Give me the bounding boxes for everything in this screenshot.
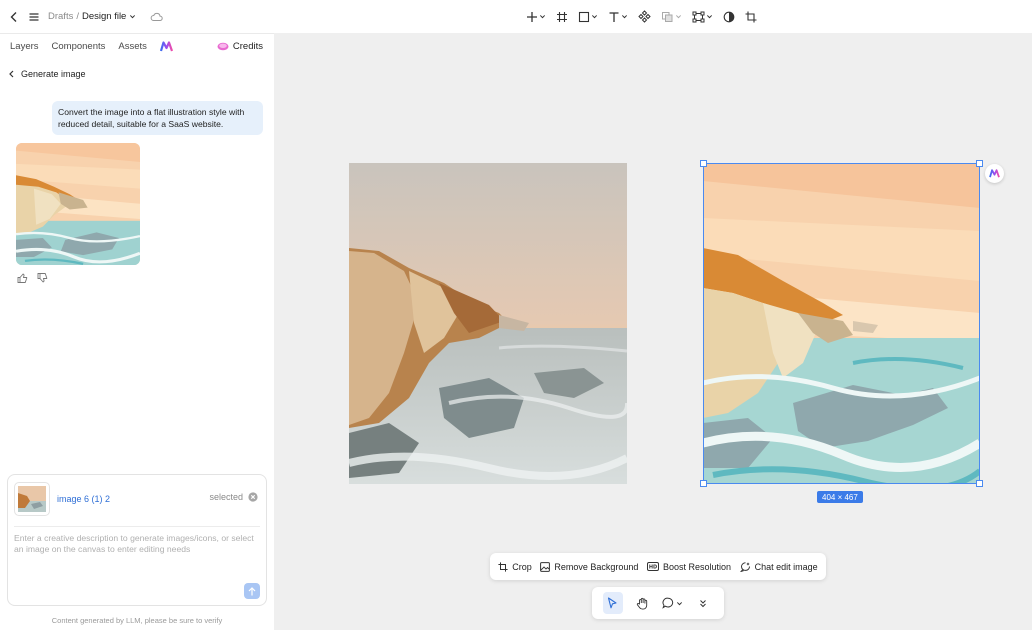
feedback-row bbox=[17, 273, 48, 283]
cursor-icon bbox=[607, 597, 618, 609]
boolean-icon bbox=[661, 11, 674, 23]
contrast-icon bbox=[723, 11, 735, 23]
crop-icon bbox=[498, 561, 508, 572]
breadcrumb-parent[interactable]: Drafts bbox=[48, 11, 73, 22]
rectangle-icon bbox=[578, 11, 590, 23]
boost-resolution-label: Boost Resolution bbox=[663, 561, 732, 572]
back-arrow-icon[interactable] bbox=[8, 11, 20, 23]
vector-path-icon bbox=[692, 11, 705, 23]
breadcrumb: Drafts / Design file bbox=[48, 11, 136, 22]
chevron-down-icon bbox=[591, 13, 598, 20]
chat-edit-image-button[interactable]: Chat edit image bbox=[739, 561, 818, 572]
remove-background-label: Remove Background bbox=[554, 561, 639, 572]
chevron-left-icon bbox=[8, 70, 15, 78]
resize-handle-top-right[interactable] bbox=[976, 160, 983, 167]
toolbar bbox=[524, 0, 759, 33]
card-divider bbox=[14, 526, 260, 527]
left-sidebar: Layers Components Assets Credits Generat… bbox=[0, 33, 274, 630]
double-chevron-down-icon bbox=[699, 599, 707, 608]
arrow-up-icon bbox=[248, 586, 256, 596]
comment-icon bbox=[662, 597, 674, 609]
crop-button[interactable]: Crop bbox=[498, 562, 532, 572]
chat-edit-image-label: Chat edit image bbox=[754, 561, 818, 572]
hand-tool[interactable] bbox=[633, 592, 653, 614]
boolean-tool[interactable] bbox=[659, 9, 684, 25]
resize-handle-top-left[interactable] bbox=[700, 160, 707, 167]
attachment-status: selected bbox=[209, 492, 258, 502]
resize-handle-bottom-left[interactable] bbox=[700, 480, 707, 487]
attachment-name[interactable]: image 6 (1) 2 bbox=[57, 494, 110, 504]
frame-icon bbox=[556, 11, 568, 23]
breadcrumb-file[interactable]: Design file bbox=[82, 11, 126, 22]
crop-icon bbox=[745, 11, 757, 23]
prompt-card: image 6 (1) 2 selected Enter a creative … bbox=[7, 474, 267, 606]
chevron-down-icon bbox=[675, 13, 682, 20]
tab-components[interactable]: Components bbox=[52, 41, 106, 52]
chevron-down-icon bbox=[539, 13, 546, 20]
resize-handle-bottom-right[interactable] bbox=[976, 480, 983, 487]
add-tool[interactable] bbox=[524, 9, 548, 25]
bottom-toolbar bbox=[592, 587, 724, 619]
illustrated-image[interactable] bbox=[703, 163, 980, 484]
generate-image-back[interactable]: Generate image bbox=[8, 69, 86, 79]
text-tool[interactable] bbox=[606, 9, 630, 25]
ai-logo-icon[interactable] bbox=[159, 41, 173, 52]
remove-background-button[interactable]: Remove Background bbox=[540, 562, 638, 572]
image-action-bar: Crop Remove Background HD Boost Resoluti… bbox=[490, 553, 826, 580]
frame-tool[interactable] bbox=[554, 9, 570, 25]
remove-attachment-icon[interactable] bbox=[248, 492, 258, 502]
select-tool[interactable] bbox=[602, 592, 623, 614]
plus-icon bbox=[526, 11, 538, 23]
menu-icon[interactable] bbox=[28, 11, 40, 23]
thumbs-up-icon[interactable] bbox=[17, 273, 28, 283]
collapse-toolbar-button[interactable] bbox=[693, 592, 713, 614]
panel-title: Generate image bbox=[21, 69, 86, 79]
svg-text:HD: HD bbox=[649, 565, 657, 571]
tab-layers[interactable]: Layers bbox=[10, 41, 39, 52]
llm-disclaimer: Content generated by LLM, please be sure… bbox=[51, 616, 223, 625]
top-bar-left: Drafts / Design file bbox=[8, 0, 164, 33]
top-bar: Drafts / Design file bbox=[0, 0, 1032, 33]
credits-label: Credits bbox=[232, 41, 263, 52]
selection-size-badge: 404 × 467 bbox=[817, 491, 863, 503]
component-icon bbox=[638, 10, 651, 23]
source-photo[interactable] bbox=[349, 163, 627, 484]
shape-tool[interactable] bbox=[576, 9, 600, 25]
text-icon bbox=[608, 11, 620, 23]
vector-tool[interactable] bbox=[690, 9, 715, 25]
ai-logo-icon bbox=[989, 169, 1000, 178]
image-icon bbox=[540, 561, 551, 572]
chevron-down-icon bbox=[706, 13, 713, 20]
crop-tool[interactable] bbox=[743, 9, 759, 25]
sidebar-tabs: Layers Components Assets bbox=[10, 41, 173, 52]
cloud-sync-icon[interactable] bbox=[150, 12, 164, 22]
hand-icon bbox=[636, 597, 649, 610]
credits-button[interactable]: Credits bbox=[217, 41, 263, 52]
design-canvas[interactable]: 404 × 467 Crop Remove Background HD Boos… bbox=[274, 33, 1032, 630]
contrast-tool[interactable] bbox=[721, 9, 737, 25]
credits-icon bbox=[217, 42, 229, 51]
hd-icon: HD bbox=[647, 562, 659, 571]
chevron-down-icon[interactable] bbox=[129, 13, 136, 20]
boost-resolution-button[interactable]: HD Boost Resolution bbox=[647, 562, 731, 572]
user-message-bubble: Convert the image into a flat illustrati… bbox=[52, 101, 263, 135]
chat-edit-icon bbox=[739, 561, 751, 572]
attachment-status-label: selected bbox=[209, 492, 243, 502]
component-tool[interactable] bbox=[636, 8, 653, 25]
crop-label: Crop bbox=[512, 561, 532, 572]
chevron-down-icon bbox=[621, 13, 628, 20]
prompt-input[interactable]: Enter a creative description to generate… bbox=[14, 533, 262, 555]
tab-assets[interactable]: Assets bbox=[118, 41, 147, 52]
attached-image-thumbnail bbox=[14, 482, 50, 516]
ai-edit-button[interactable] bbox=[985, 164, 1004, 183]
thumbs-down-icon[interactable] bbox=[37, 273, 48, 283]
breadcrumb-separator: / bbox=[76, 11, 79, 22]
chevron-down-icon bbox=[676, 600, 683, 607]
send-button[interactable] bbox=[244, 583, 260, 599]
generated-image-thumbnail[interactable] bbox=[16, 143, 140, 265]
comment-tool[interactable] bbox=[662, 592, 683, 614]
